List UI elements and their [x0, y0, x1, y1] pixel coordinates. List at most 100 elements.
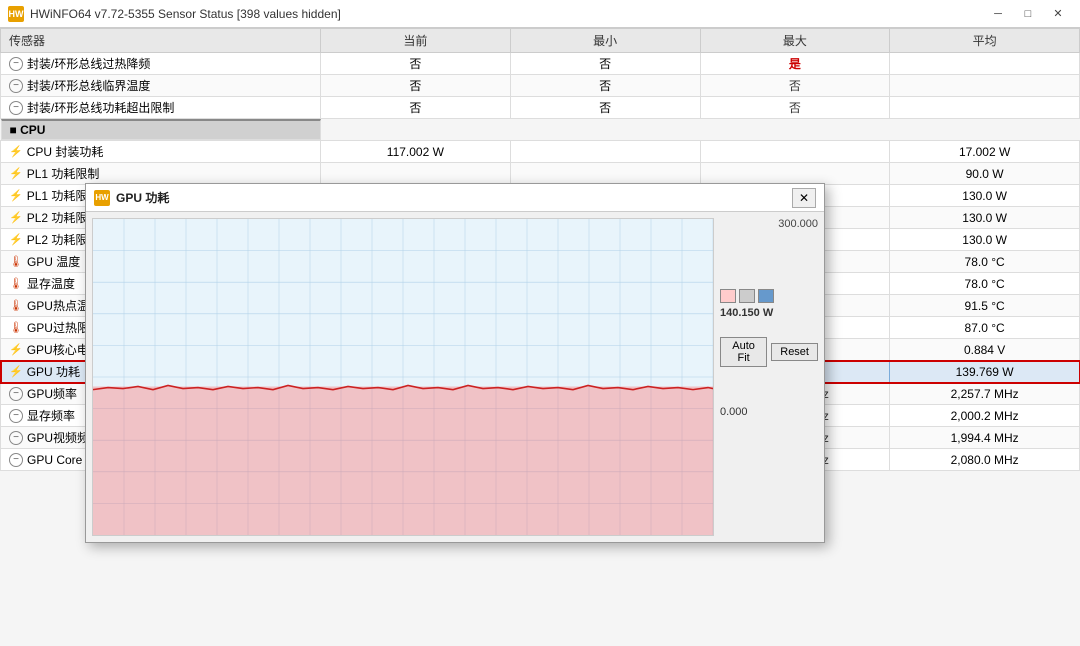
col-avg: 平均	[890, 29, 1080, 53]
sensor-name-cell: − 封装/环形总线过热降频	[1, 53, 321, 75]
max-value: 否	[700, 97, 890, 119]
sensor-name-cell: − 封装/环形总线临界温度	[1, 75, 321, 97]
avg-value: 78.0 °C	[890, 273, 1080, 295]
bolt-icon: ⚡	[9, 167, 23, 180]
max-value	[700, 163, 890, 185]
chart-title-left: HW GPU 功耗	[94, 189, 169, 206]
sensor-label: 封装/环形总线临界温度	[27, 77, 150, 94]
col-current: 当前	[321, 29, 511, 53]
col-min: 最小	[510, 29, 700, 53]
min-value	[510, 163, 700, 185]
chart-y-top: 300.000	[720, 218, 818, 230]
sensor-label: 显存频率	[27, 407, 75, 424]
sensor-label: PL1 功耗限制	[27, 165, 100, 182]
chart-svg	[93, 219, 713, 535]
table-row[interactable]: ⚡ CPU 封装功耗 117.002 W 17.002 W	[1, 141, 1080, 163]
current-value	[321, 163, 511, 185]
sensor-label: 封装/环形总线功耗超出限制	[27, 99, 174, 116]
chart-close-button[interactable]: ✕	[792, 188, 816, 208]
chart-side: 300.000 140.150 W Auto Fit Reset 0.000	[714, 212, 824, 542]
current-value: 否	[321, 75, 511, 97]
minus-icon: −	[9, 57, 23, 71]
app-title: HWiNFO64 v7.72-5355 Sensor Status [398 v…	[30, 7, 341, 21]
avg-value: 2,080.0 MHz	[890, 449, 1080, 471]
avg-value	[890, 97, 1080, 119]
title-bar: HW HWiNFO64 v7.72-5355 Sensor Status [39…	[0, 0, 1080, 28]
minimize-button[interactable]: ─	[984, 4, 1012, 24]
sensor-name-cell: ⚡ PL1 功耗限制	[1, 163, 321, 185]
table-row[interactable]: ■ CPU	[1, 119, 1080, 141]
col-max: 最大	[700, 29, 890, 53]
avg-value: 139.769 W	[890, 361, 1080, 383]
minus-icon: −	[9, 79, 23, 93]
avg-value: 87.0 °C	[890, 317, 1080, 339]
color-box-gray	[739, 289, 755, 303]
avg-value: 0.884 V	[890, 339, 1080, 361]
title-bar-left: HW HWiNFO64 v7.72-5355 Sensor Status [39…	[8, 6, 341, 22]
minus-icon: −	[9, 101, 23, 115]
min-value: 否	[510, 97, 700, 119]
chart-title-text: GPU 功耗	[116, 189, 169, 206]
thermometer-icon: 🌡	[9, 277, 23, 290]
chart-body: 300.000 140.150 W Auto Fit Reset 0.000	[86, 212, 824, 542]
avg-value	[890, 53, 1080, 75]
chart-val-label: 140.150 W	[720, 307, 818, 319]
minus-icon: −	[9, 453, 23, 467]
chart-color-boxes	[720, 289, 818, 303]
sensor-label: CPU 封装功耗	[27, 143, 104, 160]
reset-button[interactable]: Reset	[771, 343, 818, 361]
minus-icon: −	[9, 409, 23, 423]
bolt-icon: ⚡	[9, 211, 23, 224]
current-value: 否	[321, 53, 511, 75]
volt-icon: ⚡	[9, 343, 23, 356]
bolt-icon: ⚡	[9, 145, 23, 158]
current-value: 117.002 W	[321, 141, 511, 163]
chart-title-bar: HW GPU 功耗 ✕	[86, 184, 824, 212]
table-row[interactable]: − 封装/环形总线功耗超出限制 否 否 否	[1, 97, 1080, 119]
chart-area	[92, 218, 714, 536]
title-bar-controls: ─ □ ✕	[984, 4, 1072, 24]
sensor-label: GPU 温度	[27, 253, 80, 270]
maximize-button[interactable]: □	[1014, 4, 1042, 24]
avg-value: 2,000.2 MHz	[890, 405, 1080, 427]
app-icon: HW	[8, 6, 24, 22]
category-label: ■ CPU	[1, 119, 321, 140]
avg-value: 17.002 W	[890, 141, 1080, 163]
minus-icon: −	[9, 387, 23, 401]
avg-value: 2,257.7 MHz	[890, 383, 1080, 405]
max-value	[700, 141, 890, 163]
avg-value: 78.0 °C	[890, 251, 1080, 273]
sensor-name-cell: − 封装/环形总线功耗超出限制	[1, 97, 321, 119]
chart-app-icon: HW	[94, 190, 110, 206]
bolt-icon: ⚡	[9, 365, 23, 378]
thermometer-icon: 🌡	[9, 299, 23, 312]
avg-value: 90.0 W	[890, 163, 1080, 185]
color-box-pink	[720, 289, 736, 303]
chart-btn-row: Auto Fit Reset	[720, 337, 818, 367]
sensor-label: GPU频率	[27, 385, 77, 402]
sensor-name-cell: ⚡ CPU 封装功耗	[1, 141, 321, 163]
bolt-icon: ⚡	[9, 189, 23, 202]
color-box-blue	[758, 289, 774, 303]
chart-popup: HW GPU 功耗 ✕	[85, 183, 825, 543]
main-container: 传感器 当前 最小 最大 平均 − 封装/环形总线过热降频 否 否 是	[0, 28, 1080, 646]
sensor-label: GPU 功耗	[27, 363, 80, 380]
min-value: 否	[510, 75, 700, 97]
sensor-label: 封装/环形总线过热降频	[27, 55, 150, 72]
chart-zero-label: 0.000	[720, 406, 818, 418]
table-row[interactable]: − 封装/环形总线过热降频 否 否 是	[1, 53, 1080, 75]
thermometer-icon: 🌡	[9, 255, 23, 268]
sensor-label: 显存温度	[27, 275, 75, 292]
avg-value: 91.5 °C	[890, 295, 1080, 317]
table-row[interactable]: − 封装/环形总线临界温度 否 否 否	[1, 75, 1080, 97]
col-sensor: 传感器	[1, 29, 321, 53]
max-value: 否	[700, 75, 890, 97]
minus-icon: −	[9, 431, 23, 445]
auto-fit-button[interactable]: Auto Fit	[720, 337, 767, 367]
close-button[interactable]: ✕	[1044, 4, 1072, 24]
avg-value	[890, 75, 1080, 97]
max-value: 是	[700, 53, 890, 75]
current-value: 否	[321, 97, 511, 119]
avg-value: 1,994.4 MHz	[890, 427, 1080, 449]
table-row[interactable]: ⚡ PL1 功耗限制 90.0 W	[1, 163, 1080, 185]
